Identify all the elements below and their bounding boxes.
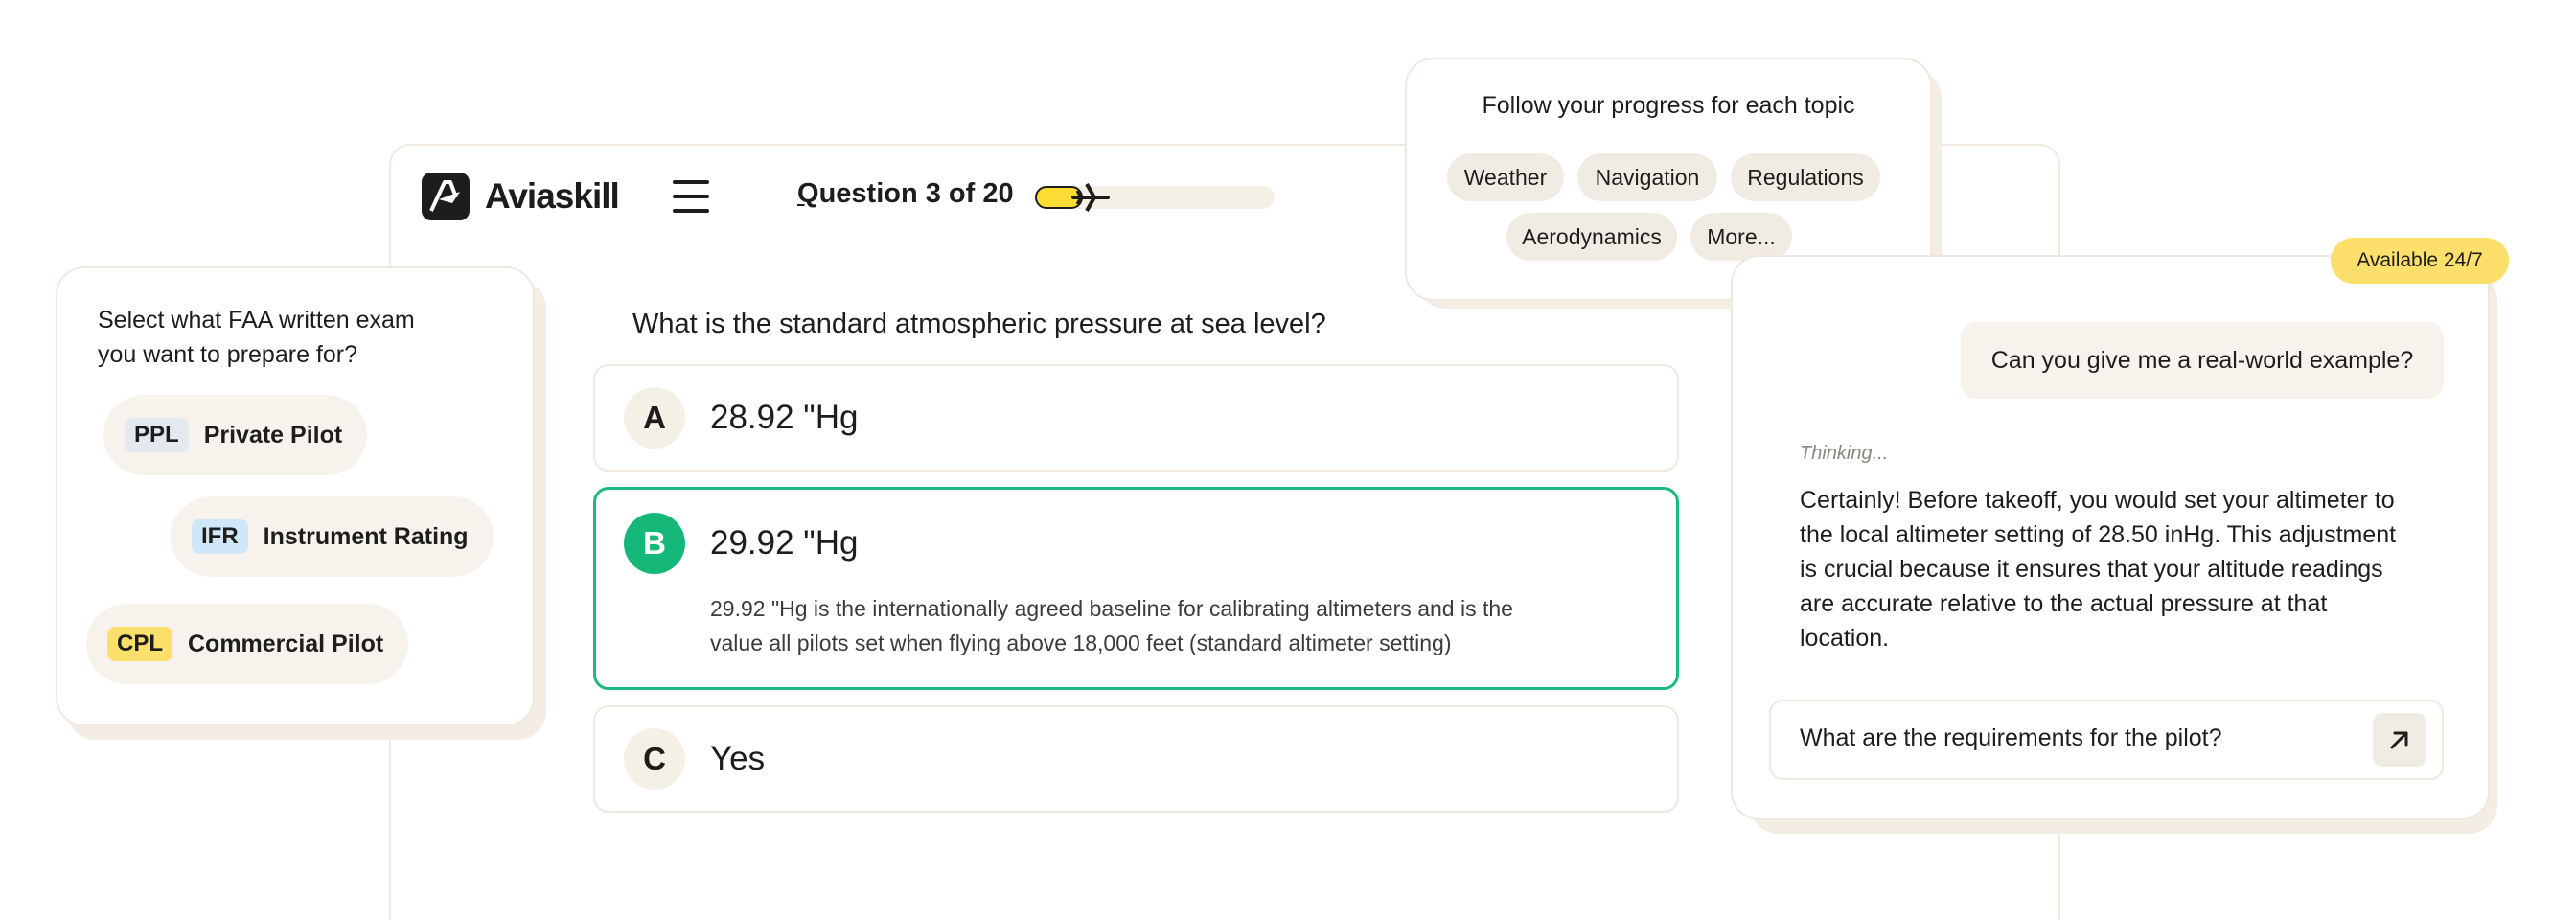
app-logo[interactable]: Aviaskill (422, 172, 620, 220)
exam-option-commercial-pilot[interactable]: CPL Commercial Pilot (86, 604, 409, 684)
exam-name: Commercial Pilot (188, 630, 384, 657)
answer-option-b[interactable]: B 29.92 "Hg 29.92 "Hg is the internation… (593, 487, 1679, 690)
answer-text: 29.92 "Hg (710, 524, 859, 562)
exam-select-title: Select what FAA written exam you want to… (98, 307, 415, 368)
chat-input[interactable]: What are the requirements for the pilot? (1769, 700, 2444, 780)
topics-title: Follow your progress for each topic (1482, 92, 1855, 119)
app-name: Aviaskill (485, 176, 620, 216)
assistant-message: Certainly! Before takeoff, you would set… (1800, 487, 2397, 652)
thinking-label: Thinking... (1800, 443, 1889, 464)
aviaskill-logo-icon (422, 172, 470, 220)
answer-text: 28.92 "Hg (710, 399, 859, 436)
quiz-progress-bar (1035, 183, 1275, 212)
user-message-bubble: Can you give me a real-world example? (1961, 322, 2444, 399)
availability-badge: Available 24/7 (2331, 238, 2509, 284)
answer-letter: A (624, 387, 685, 448)
answer-explanation: 29.92 "Hg is the internationally agreed … (710, 596, 1513, 656)
question-counter: Question 3 of 20 (797, 178, 1014, 209)
topic-chip-regulations[interactable]: Regulations (1731, 153, 1880, 201)
question-text: What is the standard atmospheric pressur… (632, 309, 1326, 339)
chat-input-value[interactable]: What are the requirements for the pilot? (1800, 724, 2222, 752)
topic-chip-more[interactable]: More... (1690, 213, 1792, 261)
exam-option-private-pilot[interactable]: PPL Private Pilot (104, 395, 368, 475)
answer-option-a[interactable]: A 28.92 "Hg (593, 364, 1679, 472)
send-button[interactable] (2373, 713, 2426, 767)
answer-letter: C (624, 728, 685, 790)
answer-option-c[interactable]: C Yes (593, 705, 1679, 813)
exam-option-instrument-rating[interactable]: IFR Instrument Rating (171, 496, 494, 577)
topic-chip-weather[interactable]: Weather (1447, 153, 1564, 201)
exam-name: Instrument Rating (263, 522, 469, 550)
topic-chip-navigation[interactable]: Navigation (1577, 153, 1717, 201)
exam-abbr-tag: CPL (107, 627, 172, 661)
exam-name: Private Pilot (203, 421, 343, 448)
exam-abbr-tag: IFR (192, 519, 248, 554)
topic-chip-aerodynamics[interactable]: Aerodynamics (1506, 213, 1677, 261)
menu-icon[interactable] (671, 176, 713, 217)
answer-text: Yes (710, 740, 766, 777)
airplane-icon (1071, 183, 1110, 212)
answer-letter: B (624, 513, 685, 574)
arrow-up-right-icon (2390, 731, 2408, 749)
exam-abbr-tag: PPL (125, 418, 189, 452)
